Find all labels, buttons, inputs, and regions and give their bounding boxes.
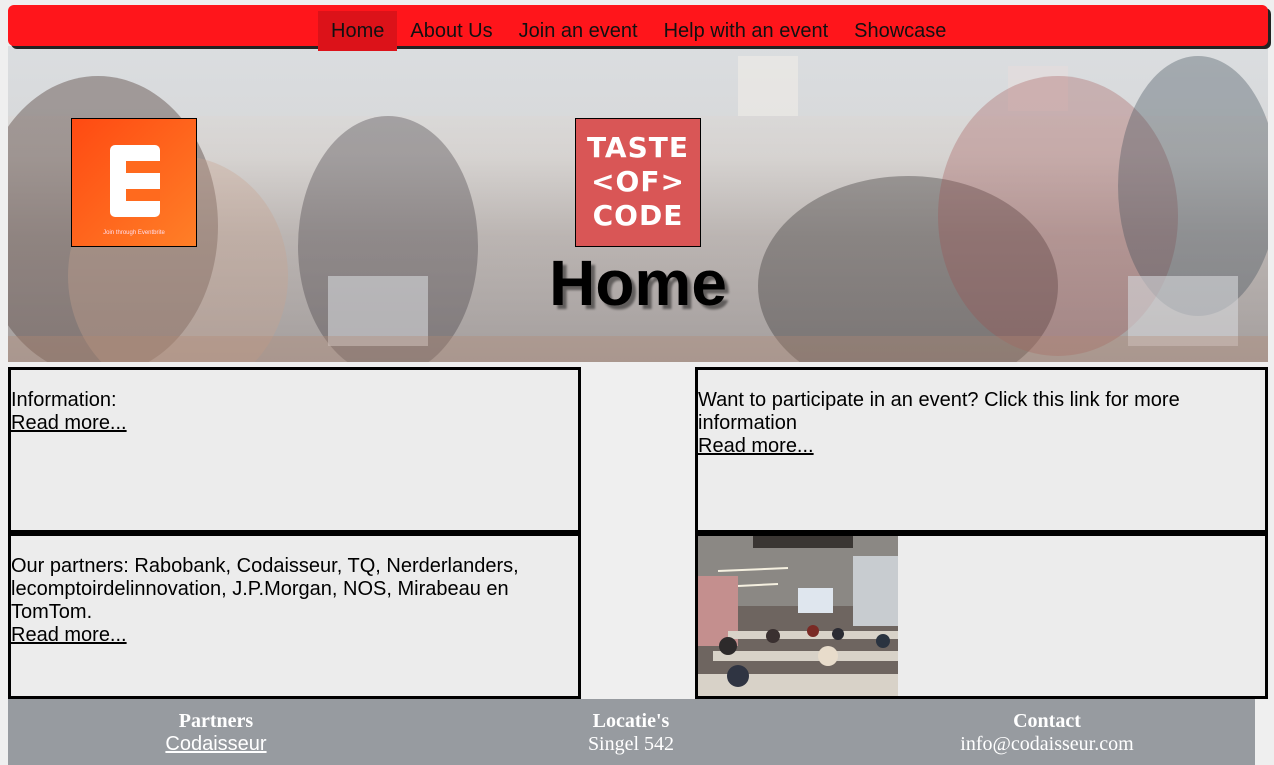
toc-line-3: CODE <box>592 199 684 232</box>
footer-email: info@codaisseur.com <box>960 733 1134 755</box>
partners-panel: Our partners: Rabobank, Codaisseur, TQ, … <box>8 533 581 699</box>
footer-address: Singel 542 <box>587 733 675 755</box>
footer-locations: Locatie's Singel 542 <box>481 710 781 756</box>
info-read-more-link[interactable]: Read more... <box>11 412 127 434</box>
info-panel: Information: Read more... <box>8 367 581 533</box>
footer-contact-heading: Contact <box>1013 710 1081 732</box>
nav-item-join-event[interactable]: Join an event <box>506 11 651 51</box>
eventbrite-logo[interactable]: Join through Eventbrite <box>71 118 197 247</box>
participate-read-more-link[interactable]: Read more... <box>698 435 814 457</box>
nav-item-about-us[interactable]: About Us <box>397 11 505 51</box>
footer-contact: Contact info@codaisseur.com <box>897 710 1197 756</box>
eventbrite-e-icon <box>110 145 160 217</box>
info-text: Information: <box>11 389 117 411</box>
event-photo <box>698 536 898 696</box>
footer-locations-heading: Locatie's <box>592 710 670 732</box>
toc-line-1: TASTE <box>587 131 689 164</box>
taste-of-code-logo[interactable]: TASTE <OF> CODE <box>575 118 701 247</box>
photo-panel <box>695 533 1268 699</box>
nav-menu: Home About Us Join an event Help with an… <box>318 11 959 51</box>
top-navbar: Home About Us Join an event Help with an… <box>8 5 1268 51</box>
footer-codaisseur-link[interactable]: Codaisseur <box>165 733 266 755</box>
footer: Partners Codaisseur Locatie's Singel 542… <box>8 699 1255 765</box>
participate-panel: Want to participate in an event? Click t… <box>695 367 1268 533</box>
partners-read-more-link[interactable]: Read more... <box>11 624 127 646</box>
page-title: Home <box>549 247 727 319</box>
footer-partners-heading: Partners <box>178 710 254 732</box>
nav-item-home[interactable]: Home <box>318 11 398 51</box>
nav-item-showcase[interactable]: Showcase <box>841 11 959 51</box>
eventbrite-caption: Join through Eventbrite <box>103 230 165 236</box>
nav-item-help-event[interactable]: Help with an event <box>651 11 842 51</box>
participate-text: Want to participate in an event? Click t… <box>698 389 1180 434</box>
toc-line-2: <OF> <box>591 165 685 198</box>
hero-banner: Join through Eventbrite TASTE <OF> CODE … <box>8 46 1268 362</box>
partners-text: Our partners: Rabobank, Codaisseur, TQ, … <box>11 555 519 623</box>
footer-partners: Partners Codaisseur <box>66 710 366 756</box>
